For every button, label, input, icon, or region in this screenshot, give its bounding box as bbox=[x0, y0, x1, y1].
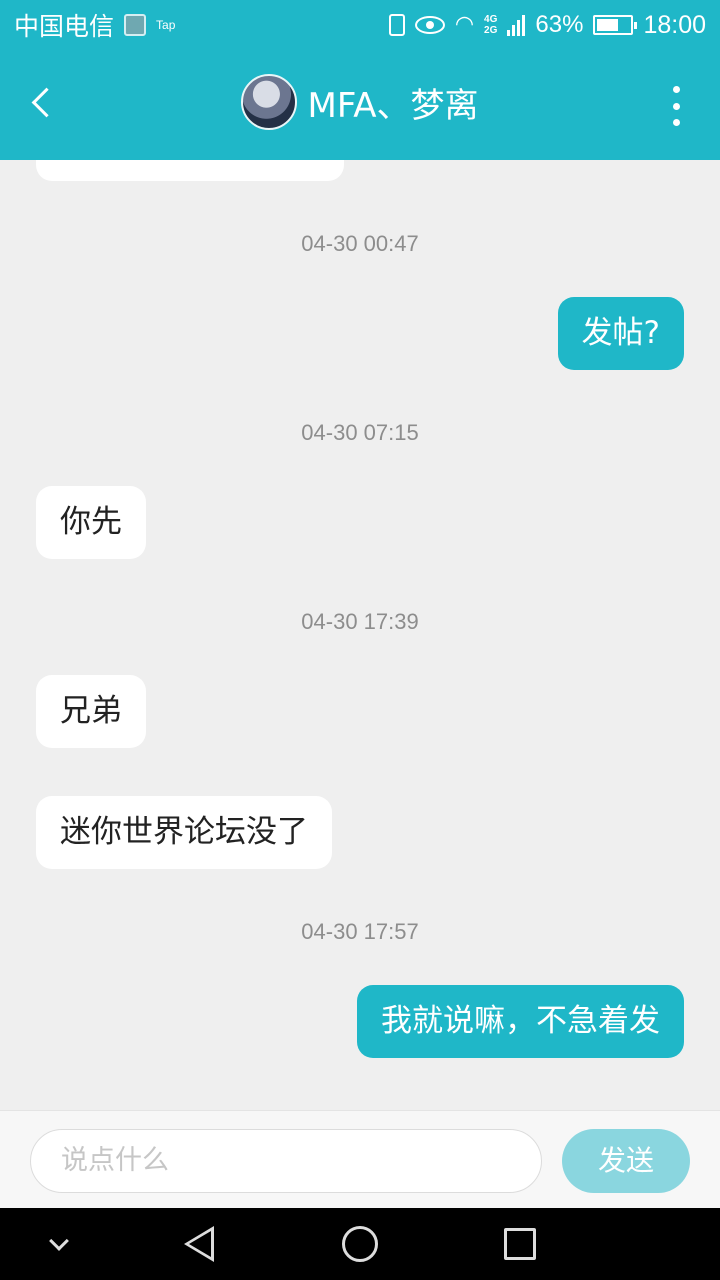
nav-back-icon[interactable] bbox=[184, 1226, 214, 1262]
message-bubble-incoming[interactable]: 你先 bbox=[36, 486, 146, 559]
message-bubble-incoming[interactable]: 迷你世界论坛没了 bbox=[36, 796, 332, 869]
status-bar: 中国电信 Tap ◠ 4G 2G 63% 18:00 bbox=[0, 0, 720, 50]
status-time: 18:00 bbox=[643, 10, 706, 39]
message-timestamp: 04-30 17:39 bbox=[301, 609, 419, 634]
tap-notification-icon: Tap bbox=[156, 18, 176, 32]
battery-percent: 63% bbox=[535, 11, 584, 38]
avatar[interactable] bbox=[241, 74, 298, 130]
message-bubble-incoming[interactable]: 兄弟 bbox=[36, 675, 146, 748]
message-bubble-outgoing[interactable]: 发帖? bbox=[557, 297, 684, 370]
message-input[interactable]: 说点什么 bbox=[30, 1129, 542, 1193]
message-timestamp: 04-30 07:15 bbox=[301, 420, 419, 445]
message-bubble-incoming[interactable] bbox=[36, 160, 344, 181]
message-timestamp: 04-30 17:57 bbox=[301, 919, 419, 944]
vibrate-icon bbox=[388, 14, 405, 36]
eye-comfort-icon bbox=[414, 16, 445, 34]
carrier-label: 中国电信 bbox=[14, 12, 115, 41]
wifi-icon: ◠ bbox=[454, 12, 475, 37]
image-notification-icon bbox=[124, 14, 147, 36]
chat-header: MFA、梦离 bbox=[0, 50, 720, 160]
chat-title: MFA、梦离 bbox=[307, 85, 479, 126]
battery-icon bbox=[593, 15, 638, 35]
nav-recents-icon[interactable] bbox=[504, 1228, 536, 1260]
chevron-down-icon[interactable] bbox=[49, 1231, 69, 1251]
more-options-button[interactable] bbox=[670, 86, 682, 126]
more-dot-icon bbox=[672, 119, 680, 126]
send-button[interactable]: 发送 bbox=[562, 1129, 690, 1193]
nav-home-icon[interactable] bbox=[342, 1226, 378, 1262]
chat-title-group[interactable]: MFA、梦离 bbox=[0, 74, 720, 130]
composer-bar: 说点什么 发送 bbox=[0, 1110, 720, 1208]
more-dot-icon bbox=[672, 102, 680, 110]
message-bubble-outgoing[interactable]: 我就说嘛，不急着发 bbox=[357, 985, 684, 1058]
more-dot-icon bbox=[672, 86, 680, 93]
signal-icon bbox=[507, 14, 526, 36]
network-type-icon: 4G 2G bbox=[484, 14, 498, 36]
message-list[interactable]: 04-30 00:47 发帖? 04-30 07:15 你先 04-30 17:… bbox=[0, 160, 720, 1110]
battery-fill bbox=[597, 19, 618, 31]
system-nav-bar bbox=[0, 1208, 720, 1280]
message-timestamp: 04-30 00:47 bbox=[301, 231, 419, 256]
